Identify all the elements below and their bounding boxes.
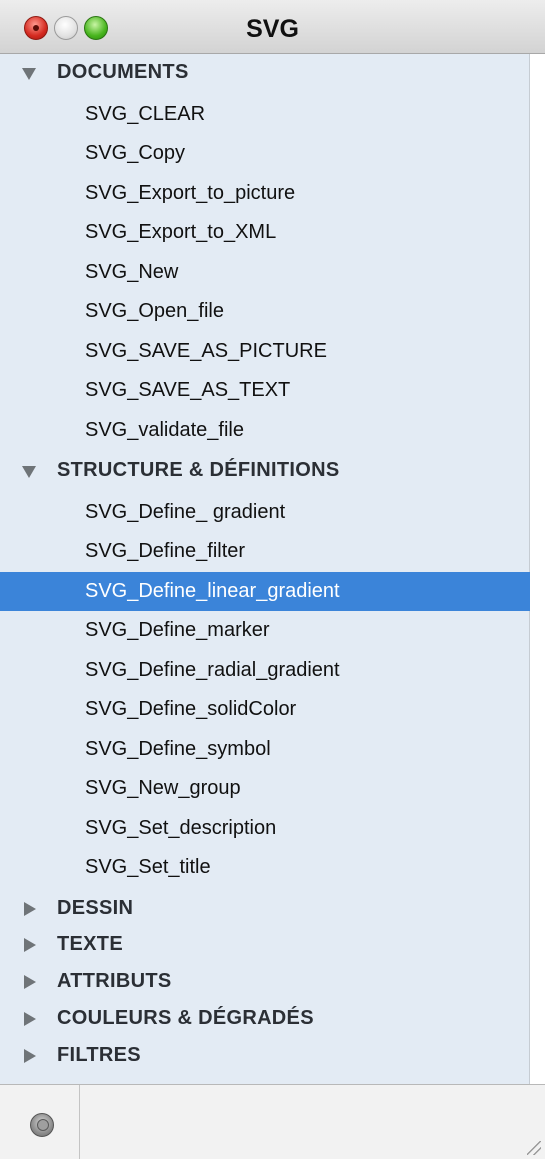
disclosure-triangle-down-icon[interactable] bbox=[22, 68, 36, 80]
resize-grip-icon[interactable] bbox=[527, 1141, 541, 1155]
group-header-4[interactable]: ATTRIBUTS bbox=[0, 963, 530, 1003]
gear-icon bbox=[30, 1113, 54, 1137]
list-item[interactable]: SVG_Define_solidColor bbox=[0, 690, 530, 729]
group-header-0[interactable]: DOCUMENTS bbox=[0, 54, 530, 94]
group-label: DOCUMENTS bbox=[57, 61, 189, 83]
group-label: ATTRIBUTS bbox=[57, 970, 172, 993]
list-item-selected[interactable]: SVG_Define_linear_gradient bbox=[0, 571, 530, 611]
list-item[interactable]: SVG_Define_symbol bbox=[0, 730, 530, 769]
bottom-bar bbox=[0, 1084, 545, 1159]
list-item-label: SVG_New bbox=[85, 260, 179, 283]
list-item-label: SVG_validate_file bbox=[85, 418, 244, 441]
command-outline-list[interactable]: DOCUMENTS SVG_CLEAR SVG_Copy SVG_Export_to_… bbox=[0, 54, 530, 1139]
list-item[interactable]: SVG_Define_filter bbox=[0, 532, 530, 571]
list-item-label: SVG_Copy bbox=[85, 142, 186, 164]
disclosure-triangle-right-icon[interactable] bbox=[24, 938, 36, 953]
disclosure-triangle-down-icon[interactable] bbox=[22, 466, 36, 478]
list-edge bbox=[530, 54, 545, 1084]
list-item[interactable]: SVG_Define_marker bbox=[0, 611, 530, 650]
list-item-label: SVG_SAVE_AS_PICTURE bbox=[85, 339, 327, 362]
list-item-label: SVG_Define_marker bbox=[85, 619, 270, 641]
disclosure-triangle-right-icon[interactable] bbox=[24, 901, 36, 916]
list-item-label: SVG_Set_title bbox=[85, 856, 211, 878]
list-item-label: SVG_Define_symbol bbox=[85, 737, 271, 760]
list-item[interactable]: SVG_New_group bbox=[0, 769, 530, 808]
list-item-label: SVG_New_group bbox=[85, 777, 241, 799]
list-item-label: SVG_Set_description bbox=[85, 816, 277, 839]
list-item[interactable]: SVG_SAVE_AS_TEXT bbox=[0, 371, 530, 410]
group-header-5[interactable]: COULEURS & DÉGRADÉS bbox=[0, 1000, 530, 1040]
list-item-label: SVG_Define_ gradient bbox=[85, 500, 286, 523]
group-header-6[interactable]: FILTRES bbox=[0, 1037, 530, 1077]
list-item-label: SVG_Define_radial_gradient bbox=[85, 658, 340, 681]
list-item-label: SVG_CLEAR bbox=[85, 102, 206, 125]
list-item-label: SVG_Open_file bbox=[85, 300, 224, 322]
list-item[interactable]: SVG_Copy bbox=[0, 134, 530, 173]
list-item[interactable]: SVG_New bbox=[0, 253, 530, 292]
group-header-1[interactable]: STRUCTURE & DÉFINITIONS bbox=[0, 452, 530, 492]
list-item[interactable]: SVG_validate_file bbox=[0, 411, 530, 450]
list-item[interactable]: SVG_Define_ gradient bbox=[0, 493, 530, 532]
list-item[interactable]: SVG_Export_to_XML bbox=[0, 213, 530, 252]
group-label: DESSIN bbox=[57, 896, 134, 919]
list-item[interactable]: SVG_Export_to_picture bbox=[0, 174, 530, 213]
disclosure-triangle-right-icon[interactable] bbox=[24, 1011, 36, 1026]
list-item-label: SVG_Define_linear_gradient bbox=[85, 579, 340, 602]
group-label: FILTRES bbox=[57, 1043, 141, 1066]
list-item-label: SVG_Define_solidColor bbox=[85, 698, 297, 720]
list-item-label: SVG_Export_to_XML bbox=[85, 221, 277, 243]
group-label: TEXTE bbox=[57, 933, 123, 956]
disclosure-triangle-right-icon[interactable] bbox=[24, 1048, 36, 1063]
list-item-label: SVG_SAVE_AS_TEXT bbox=[85, 379, 291, 401]
group-header-3[interactable]: TEXTE bbox=[0, 926, 530, 966]
list-item[interactable]: SVG_Set_description bbox=[0, 809, 530, 848]
list-item-label: SVG_Define_filter bbox=[85, 540, 246, 562]
group-label: STRUCTURE & DÉFINITIONS bbox=[57, 459, 340, 481]
list-item[interactable]: SVG_SAVE_AS_PICTURE bbox=[0, 332, 530, 371]
list-item[interactable]: SVG_Open_file bbox=[0, 292, 530, 331]
action-menu-button[interactable] bbox=[0, 1085, 80, 1159]
window-title: SVG bbox=[246, 15, 299, 43]
title-bar[interactable]: SVG bbox=[0, 0, 545, 54]
group-label: COULEURS & DÉGRADÉS bbox=[57, 1006, 314, 1029]
list-item[interactable]: SVG_CLEAR bbox=[0, 95, 530, 134]
group-header-2[interactable]: DESSIN bbox=[0, 890, 530, 930]
list-item[interactable]: SVG_Set_title bbox=[0, 848, 530, 887]
list-item[interactable]: SVG_Define_radial_gradient bbox=[0, 651, 530, 690]
svg-palette-window: SVG DOCUMENTS SVG_CLEAR SVG_Copy SVG_Export… bbox=[0, 0, 545, 1159]
list-item-label: SVG_Export_to_picture bbox=[85, 181, 296, 204]
disclosure-triangle-right-icon[interactable] bbox=[24, 975, 36, 990]
